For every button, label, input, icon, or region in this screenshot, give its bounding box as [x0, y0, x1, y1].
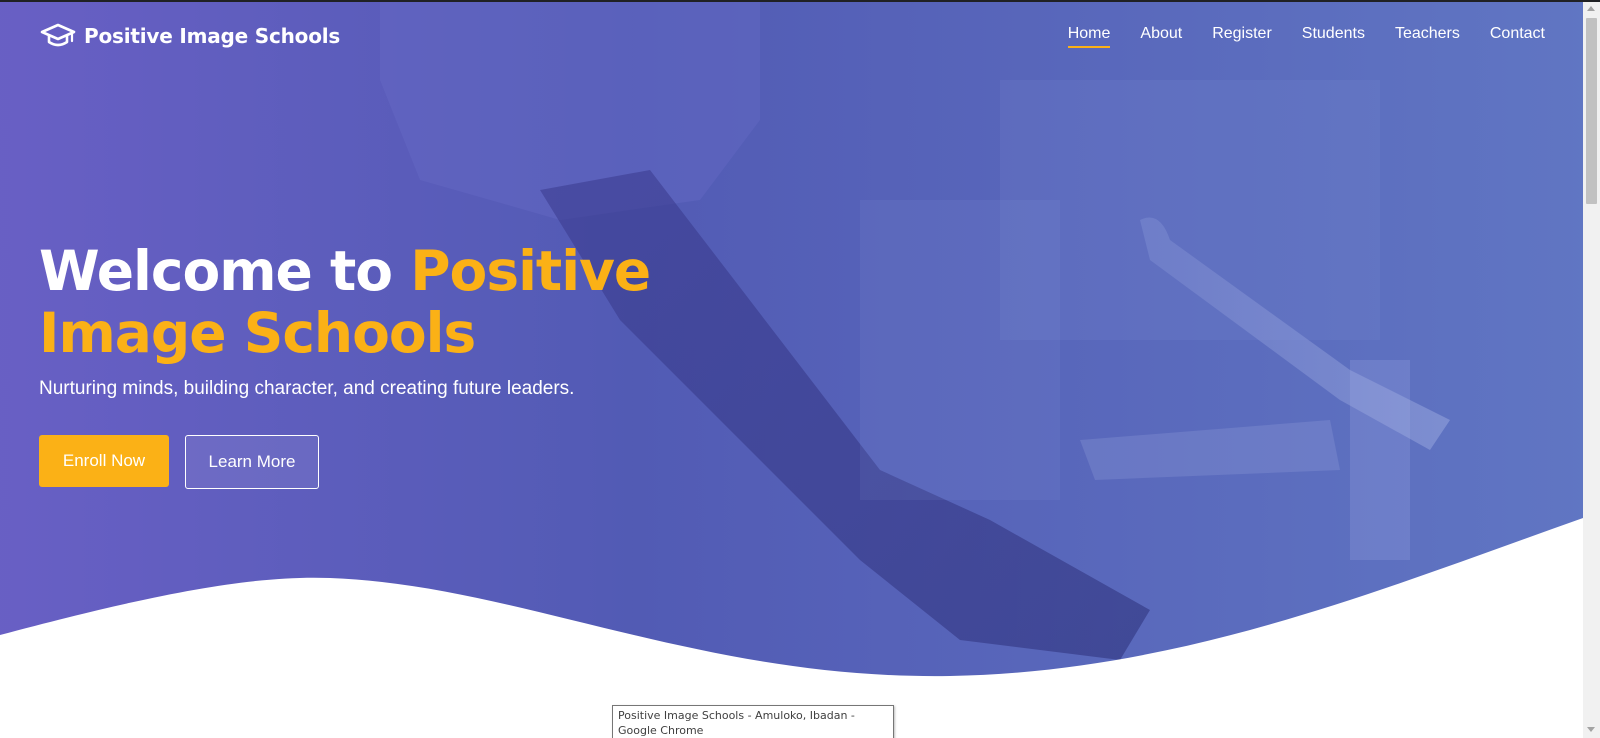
hero-title-accent-positive: Positive — [410, 239, 651, 303]
nav-item-students[interactable]: Students — [1302, 25, 1365, 48]
hero-section: Positive Image Schools Home About Regist… — [0, 0, 1583, 738]
main-nav: Home About Register Students Teachers Co… — [1067, 25, 1545, 48]
browser-viewport: Positive Image Schools Home About Regist… — [0, 0, 1600, 738]
nav-item-about[interactable]: About — [1140, 25, 1182, 48]
hero-title-accent-schools: Image Schools — [39, 301, 476, 365]
hero-title: Welcome to Positive Image Schools — [39, 240, 759, 364]
hero-cta-row: Enroll Now Learn More — [39, 435, 759, 489]
hero-subtitle: Nurturing minds, building character, and… — [39, 378, 575, 399]
hero-content: Welcome to Positive Image Schools Nurturi… — [39, 240, 759, 489]
scrollbar-thumb[interactable] — [1586, 18, 1597, 204]
graduation-cap-icon — [40, 22, 76, 50]
nav-item-register[interactable]: Register — [1212, 25, 1272, 48]
hero-title-lead: Welcome to — [39, 239, 411, 303]
window-top-edge — [0, 0, 1600, 2]
learn-more-button[interactable]: Learn More — [185, 435, 319, 489]
scroll-down-icon[interactable] — [1587, 727, 1595, 732]
enroll-now-button[interactable]: Enroll Now — [39, 435, 169, 487]
nav-item-home[interactable]: Home — [1067, 25, 1110, 48]
nav-item-contact[interactable]: Contact — [1490, 25, 1545, 48]
page-scrollbar[interactable] — [1583, 0, 1600, 738]
site-header: Positive Image Schools Home About Regist… — [0, 0, 1583, 72]
scroll-up-icon[interactable] — [1587, 6, 1595, 11]
nav-item-teachers[interactable]: Teachers — [1395, 25, 1460, 48]
window-title-tooltip: Positive Image Schools - Amuloko, Ibadan… — [612, 705, 894, 738]
site-logo[interactable]: Positive Image Schools — [40, 22, 340, 50]
site-name: Positive Image Schools — [84, 24, 341, 48]
